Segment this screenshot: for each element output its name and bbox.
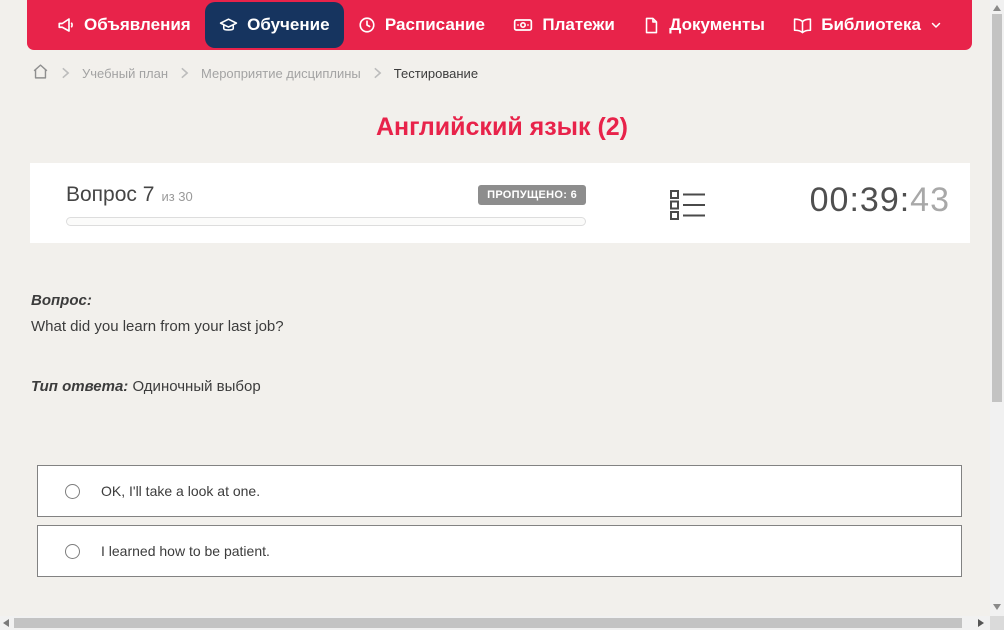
- question-header-panel: Вопрос 7 из 30 ПРОПУЩЕНО: 6 00:39:43: [30, 163, 970, 243]
- tab-label: Библиотека: [821, 15, 921, 34]
- horizontal-scrollbar[interactable]: [0, 616, 990, 630]
- tab-label: Объявления: [84, 15, 191, 34]
- home-icon[interactable]: [32, 63, 49, 83]
- answer-option-2[interactable]: I learned how to be patient.: [37, 525, 962, 577]
- cash-icon: [513, 15, 533, 35]
- scroll-left-icon[interactable]: [3, 619, 9, 627]
- chevron-right-icon: [61, 67, 70, 79]
- tab-label: Платежи: [542, 15, 615, 34]
- answers-list: OK, I'll take a look at one. I learned h…: [37, 465, 962, 585]
- tab-label: Обучение: [247, 15, 330, 34]
- question-total: из 30: [161, 189, 193, 204]
- breadcrumb-testing: Тестирование: [393, 65, 479, 81]
- tab-announcements[interactable]: Объявления: [43, 2, 205, 48]
- graduation-cap-icon: [219, 16, 238, 35]
- breadcrumb-discipline-event[interactable]: Мероприятие дисциплины: [201, 66, 361, 81]
- scrollbar-corner: [990, 616, 1004, 630]
- radio-button[interactable]: [65, 483, 80, 499]
- answer-option-1[interactable]: OK, I'll take a look at one.: [37, 465, 962, 517]
- scroll-right-icon[interactable]: [978, 619, 984, 627]
- timer-seconds: 43: [910, 181, 950, 219]
- document-icon: [643, 17, 660, 34]
- horizontal-scrollbar-thumb[interactable]: [14, 618, 962, 628]
- scroll-up-icon[interactable]: [993, 5, 1001, 11]
- chevron-right-icon: [180, 67, 189, 79]
- tab-documents[interactable]: Документы: [629, 2, 779, 48]
- breadcrumb-curriculum[interactable]: Учебный план: [82, 66, 168, 81]
- megaphone-icon: [57, 16, 75, 34]
- tab-learning[interactable]: Обучение: [205, 2, 344, 48]
- breadcrumb: Учебный план Мероприятие дисциплины Тест…: [32, 63, 478, 83]
- chevron-down-icon: [930, 19, 942, 31]
- answer-type-value: Одиночный выбор: [132, 378, 261, 395]
- progress-bar: [66, 217, 586, 226]
- top-navbar: Объявления Обучение Расписание Платежи Д…: [27, 0, 972, 50]
- answer-type-label: Тип ответа:: [31, 378, 129, 395]
- radio-button[interactable]: [65, 543, 80, 559]
- tab-library[interactable]: Библиотека: [779, 2, 956, 48]
- answer-type-row: Тип ответа: Одиночный выбор: [31, 378, 261, 395]
- tab-payments[interactable]: Платежи: [499, 2, 629, 48]
- vertical-scrollbar[interactable]: [990, 0, 1004, 616]
- vertical-scrollbar-thumb[interactable]: [992, 14, 1002, 402]
- skipped-badge: ПРОПУЩЕНО: 6: [478, 185, 586, 205]
- question-label: Вопрос:: [31, 292, 92, 309]
- answer-option-text: OK, I'll take a look at one.: [101, 483, 261, 499]
- chevron-right-icon: [373, 67, 382, 79]
- question-list-icon[interactable]: [670, 188, 706, 227]
- tab-label: Расписание: [384, 15, 485, 34]
- tab-schedule[interactable]: Расписание: [344, 2, 499, 48]
- open-book-icon: [793, 16, 812, 35]
- question-text: What did you learn from your last job?: [31, 318, 284, 335]
- timer: 00:39:43: [810, 181, 950, 220]
- scroll-down-icon[interactable]: [993, 604, 1001, 610]
- timer-main: 00:39:: [809, 181, 911, 219]
- answer-option-text: I learned how to be patient.: [101, 543, 270, 559]
- tab-label: Документы: [669, 15, 765, 34]
- question-number: Вопрос 7: [66, 183, 155, 206]
- page-title: Английский язык (2): [375, 113, 629, 141]
- clock-icon: [358, 16, 376, 34]
